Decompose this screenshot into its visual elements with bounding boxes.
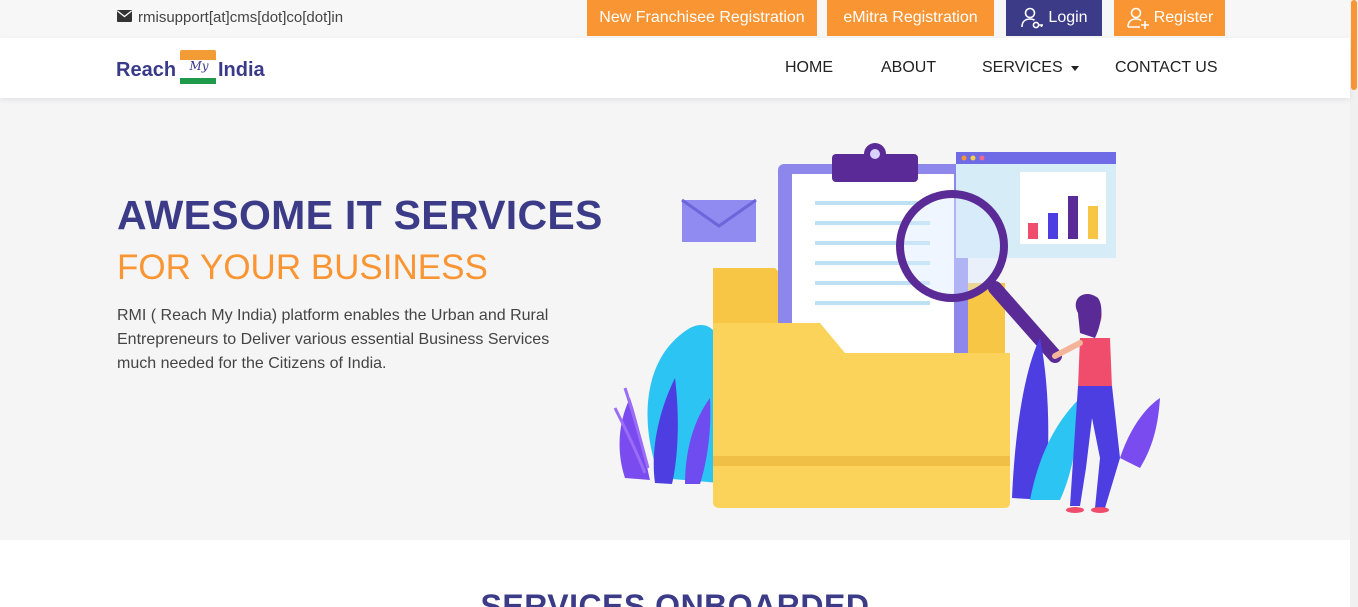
login-button[interactable]: Login	[1006, 0, 1102, 36]
franchisee-button-label: New Franchisee Registration	[599, 9, 805, 26]
reach-my-india-logo[interactable]: Reach My India	[116, 48, 276, 90]
user-key-icon	[1020, 6, 1044, 30]
envelope-icon	[117, 9, 132, 26]
logo-word-my: My	[189, 59, 209, 73]
logo-bag-bottom	[180, 78, 216, 84]
login-button-label: Login	[1048, 9, 1088, 26]
services-onboarded-heading: SERVICES ONBOARDED	[480, 588, 870, 607]
top-bar: rmisupport[at]cms[dot]co[dot]in New Fran…	[0, 0, 1350, 38]
nav-about[interactable]: ABOUT	[881, 38, 936, 98]
main-navbar: Reach My India HOME ABOUT SERVICES CONTA…	[0, 38, 1350, 98]
support-email-text: rmisupport[at]cms[dot]co[dot]in	[138, 9, 344, 26]
hero-description: RMI ( Reach My India) platform enables t…	[117, 307, 550, 372]
new-franchisee-registration-button[interactable]: New Franchisee Registration	[587, 0, 817, 36]
user-add-icon	[1126, 6, 1150, 30]
page-scrollbar[interactable]	[1350, 0, 1358, 607]
hero-subtitle: FOR YOUR BUSINESS	[117, 248, 488, 287]
nav-services-label: SERVICES	[982, 59, 1063, 76]
nav-home[interactable]: HOME	[785, 38, 833, 98]
register-button[interactable]: Register	[1114, 0, 1225, 36]
nav-contact-us[interactable]: CONTACT US	[1115, 38, 1218, 98]
scrollbar-thumb[interactable]	[1351, 0, 1357, 90]
caret-down-icon	[1070, 65, 1079, 71]
it-services-illustration	[613, 143, 1160, 513]
hero-section: AWESOME IT SERVICES FOR YOUR BUSINESS RM…	[0, 98, 1350, 540]
emitra-button-label: eMitra Registration	[843, 9, 978, 26]
support-email: rmisupport[at]cms[dot]co[dot]in	[117, 9, 343, 26]
hero-title: AWESOME IT SERVICES	[117, 192, 603, 238]
nav-services[interactable]: SERVICES	[982, 38, 1079, 98]
register-button-label: Register	[1153, 9, 1214, 26]
logo-word-reach: Reach	[116, 59, 177, 81]
emitra-registration-button[interactable]: eMitra Registration	[827, 0, 994, 36]
logo-word-india: India	[218, 59, 265, 81]
